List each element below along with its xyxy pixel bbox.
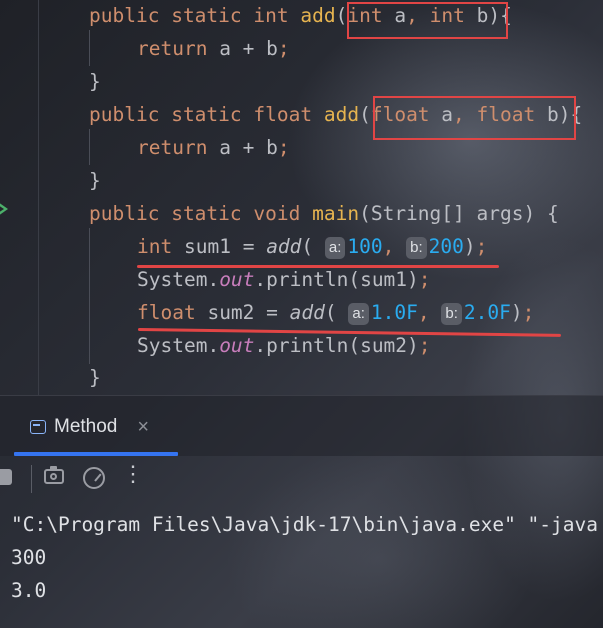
camera-icon[interactable] [44, 466, 64, 484]
more-options-icon[interactable]: ⋮ [122, 463, 144, 485]
toolbar-separator [31, 465, 32, 493]
param-hint: b: [441, 303, 462, 325]
code-line: float sum2 = add( a: 1.0F, b: 2.0F); [137, 301, 535, 325]
tool-window-tabbar: Method × [0, 395, 603, 456]
code-line: System.out.println(sum1); [137, 268, 431, 291]
console-line: 300 [11, 546, 47, 569]
code-line: System.out.println(sum2); [137, 334, 431, 357]
tab-active-indicator [14, 452, 178, 456]
code-editor[interactable]: public static int add(int a, int b){ ret… [0, 0, 603, 395]
run-tool-window: Method × ⋮ "C:\Program Files\Java\jdk-17… [0, 395, 603, 628]
run-gutter-icon-inner [0, 205, 4, 213]
code-line: return a + b; [137, 37, 290, 60]
method-tab-icon [30, 420, 46, 434]
indent-guide [89, 30, 90, 66]
code-line: int sum1 = add( a: 100, b: 200); [137, 235, 488, 259]
code-line: } [89, 366, 101, 389]
highlight-underline-sum1 [137, 265, 499, 268]
param-hint: b: [406, 237, 427, 259]
run-toolbar: ⋮ [0, 457, 603, 503]
console-line: 3.0 [11, 579, 47, 602]
stop-icon[interactable] [0, 469, 12, 485]
gutter-divider [38, 0, 39, 395]
console-line: "C:\Program Files\Java\jdk-17\bin\java.e… [11, 513, 598, 536]
gauge-icon[interactable] [83, 467, 105, 489]
code-line: } [89, 169, 101, 192]
code-line: return a + b; [137, 136, 290, 159]
indent-guide [89, 129, 90, 165]
tab-label: Method [54, 416, 118, 437]
close-icon[interactable]: × [137, 416, 149, 439]
code-line: public static void main(String[] args) { [89, 202, 559, 225]
highlight-box-float-params [373, 96, 576, 140]
tab-method[interactable]: Method × [30, 412, 149, 442]
indent-guide [89, 228, 90, 364]
highlight-box-int-params [347, 2, 508, 39]
param-hint: a: [348, 303, 369, 325]
code-line: } [89, 70, 101, 93]
param-hint: a: [324, 237, 346, 259]
